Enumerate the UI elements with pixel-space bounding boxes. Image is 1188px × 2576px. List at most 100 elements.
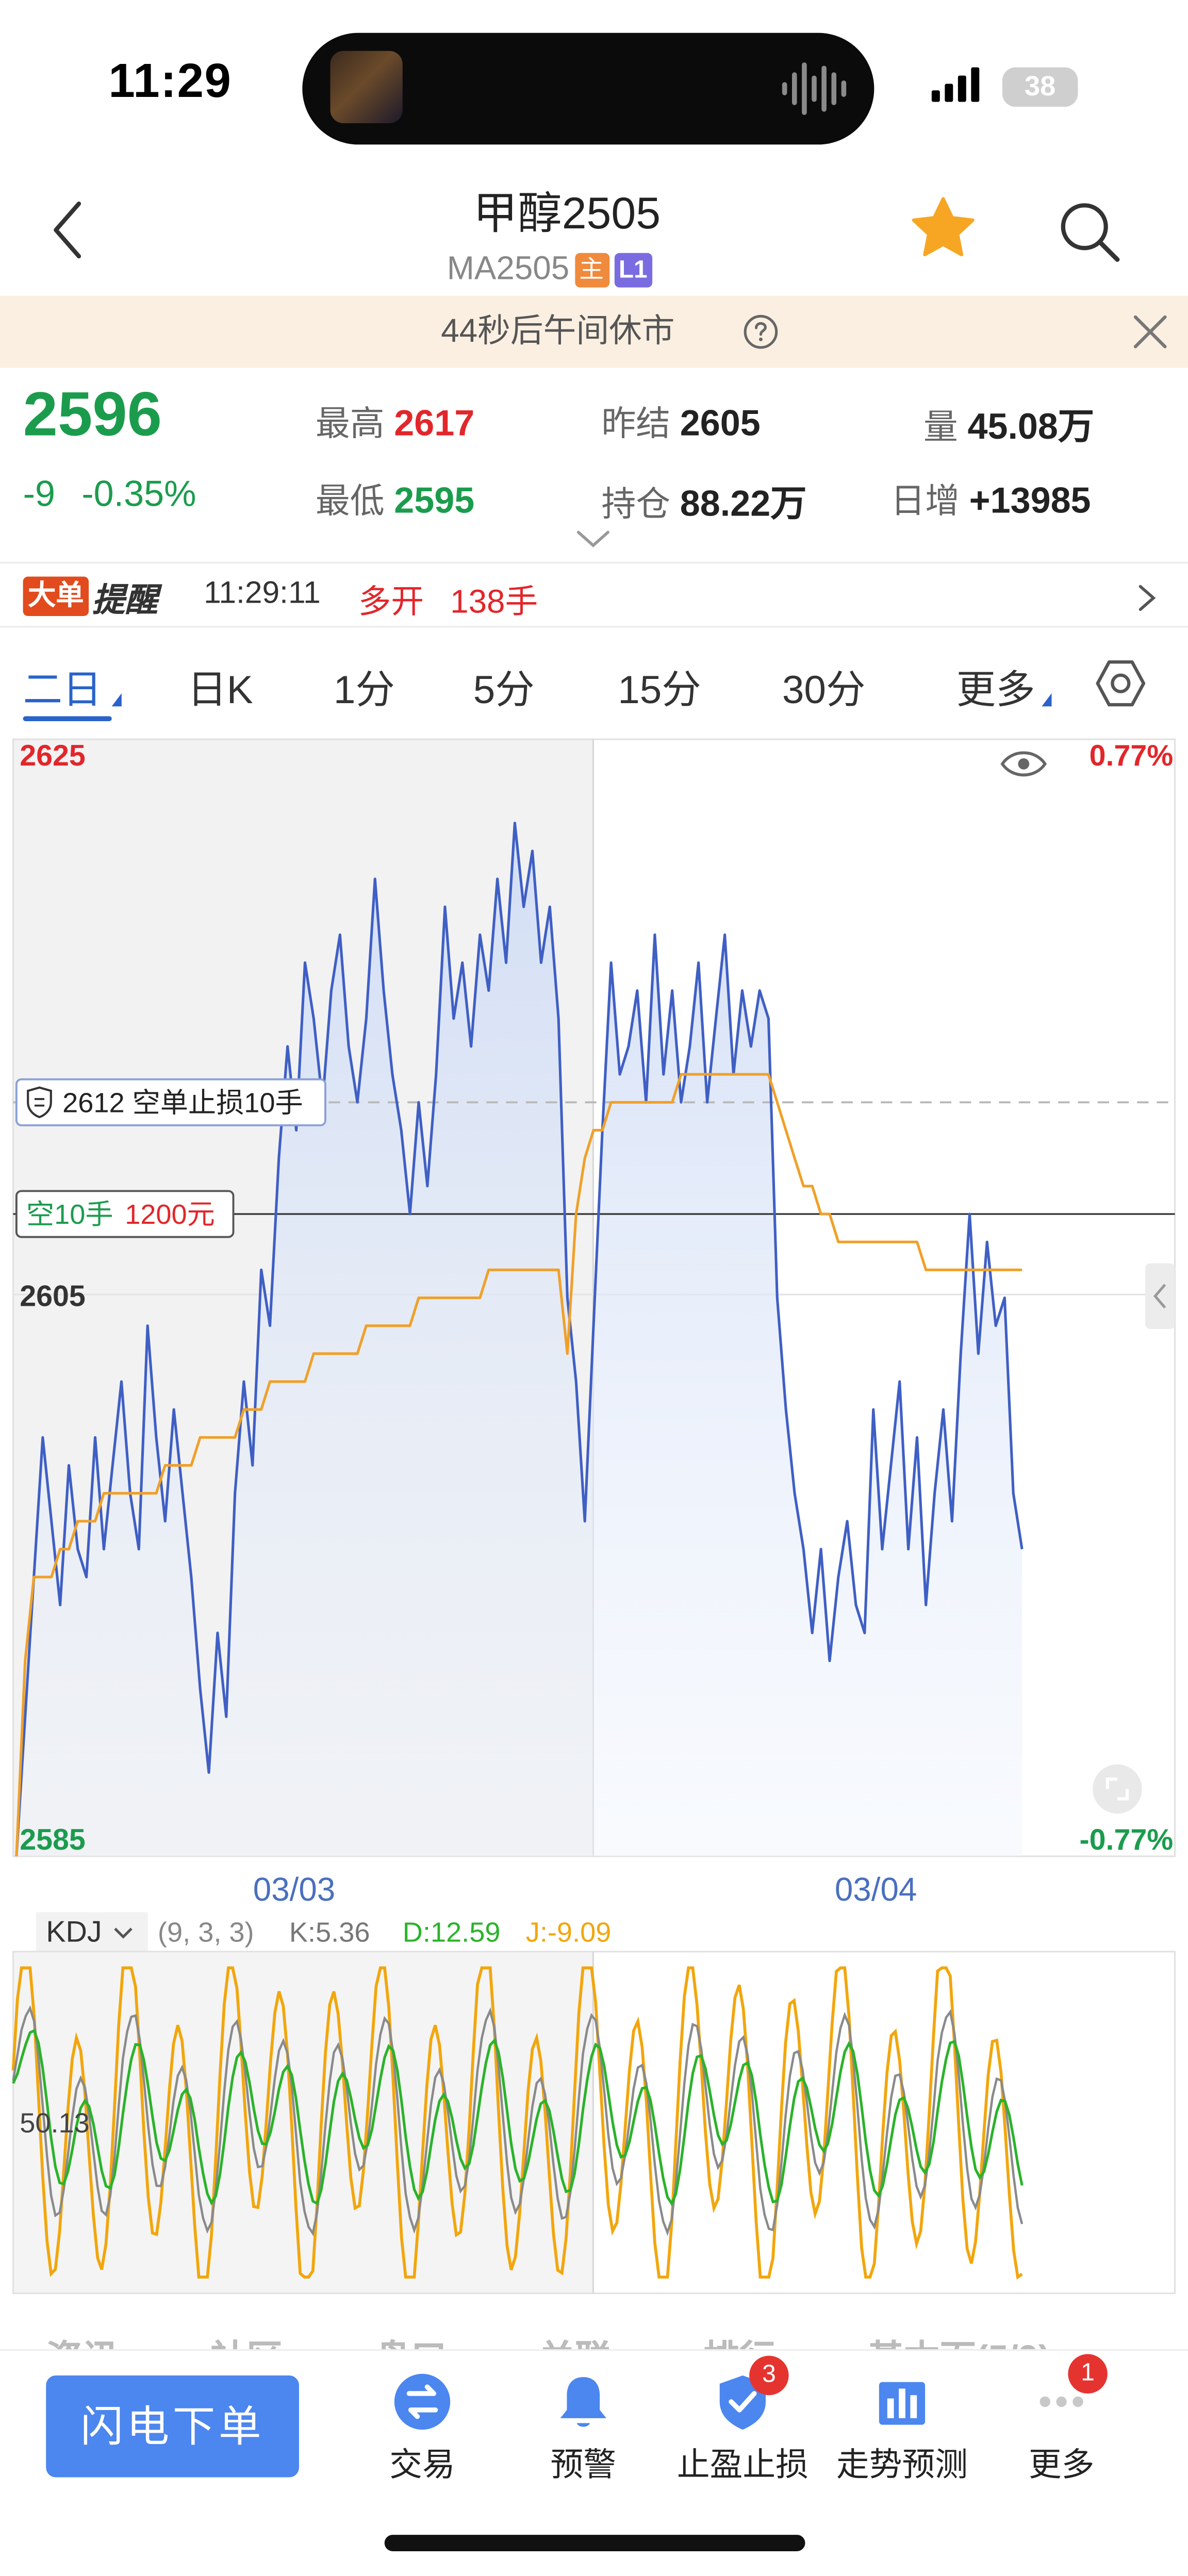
tab-30min[interactable]: 30分 xyxy=(782,657,866,715)
position-pnl: 1200元 xyxy=(125,1199,215,1230)
y-max-label: 2625 xyxy=(20,739,86,772)
daily-increase-label: 日增 xyxy=(890,483,960,521)
flash-order-button[interactable]: 闪电下单 xyxy=(46,2375,299,2478)
stop-count-badge: 3 xyxy=(749,2355,789,2396)
subtab-ranking[interactable]: 排行 xyxy=(703,2330,776,2349)
volume-value: 45.08万 xyxy=(967,406,1095,447)
info-subtabs: 资讯 社区 盘口 关联 排行 基本面(5/9) xyxy=(0,2310,1188,2349)
nav-stop-label: 止盈止损 xyxy=(676,2448,808,2484)
position-label: 空10手 xyxy=(26,1199,113,1230)
volume-label: 量 xyxy=(923,409,958,447)
divider xyxy=(0,561,1188,564)
trade-icon xyxy=(394,2373,451,2430)
y-mid-label: 2605 xyxy=(20,1279,86,1312)
high-value: 2617 xyxy=(394,402,475,444)
alert-quantity: 138手 xyxy=(450,585,538,621)
contract-code: MA2505 xyxy=(447,251,570,288)
y-min-label: 2585 xyxy=(20,1823,86,1856)
audio-wave-icon xyxy=(782,62,847,115)
stop-loss-label: 2612 空单止损10手 xyxy=(62,1087,303,1118)
tab-1min[interactable]: 1分 xyxy=(334,657,395,715)
now-playing-artwork xyxy=(330,51,403,124)
prev-settle-label: 昨结 xyxy=(601,406,671,444)
contract-subtitle: MA2505 主 L1 xyxy=(447,251,653,289)
nav-trade[interactable]: 交易 xyxy=(349,2369,497,2485)
stop-loss-tag[interactable]: 2612 空单止损10手 xyxy=(15,1078,326,1126)
kdj-indicator-chart[interactable]: 50.13 xyxy=(0,1906,1188,2300)
dropdown-triangle-icon xyxy=(111,693,122,707)
nav-more-label: 更多 xyxy=(1028,2448,1095,2484)
big-order-alert-badge: 大单 提醒 xyxy=(23,575,158,619)
help-circle-icon[interactable] xyxy=(742,314,779,350)
high-label: 最高 xyxy=(315,406,385,444)
kdj-mid-label: 50.13 xyxy=(20,2107,90,2138)
cellular-signal-icon xyxy=(931,67,980,102)
low-label: 最低 xyxy=(315,483,385,521)
change-percent: -0.35% xyxy=(81,473,196,514)
date-label-day1: 03/03 xyxy=(253,1872,336,1909)
nav-alert[interactable]: 预警 xyxy=(509,2369,657,2485)
page-title: 甲醇2505 xyxy=(473,189,661,239)
volume-stat: 量 45.08万 xyxy=(923,397,1094,450)
subtab-community[interactable]: 社区 xyxy=(210,2330,283,2349)
open-interest-label: 持仓 xyxy=(601,486,671,524)
open-interest-value: 88.22万 xyxy=(680,483,807,524)
chevron-right-icon[interactable] xyxy=(1137,583,1157,612)
subtab-news[interactable]: 资讯 xyxy=(46,2330,118,2349)
alert-time: 11:29:11 xyxy=(204,576,321,611)
intraday-price-chart[interactable]: 2612 空单止损10手 空10手 1200元 2625 2605 2585 0… xyxy=(0,733,1188,1863)
nav-trade-label: 交易 xyxy=(389,2448,455,2484)
fullscreen-icon[interactable] xyxy=(1093,1764,1142,1814)
subtab-related[interactable]: 关联 xyxy=(539,2330,611,2349)
back-arrow-icon[interactable] xyxy=(46,197,89,262)
side-panel-handle[interactable] xyxy=(1145,1263,1175,1329)
date-label-day2: 03/04 xyxy=(834,1872,917,1909)
settings-hexagon-icon[interactable] xyxy=(1094,657,1147,710)
level-tag: L1 xyxy=(614,253,653,288)
low-value: 2595 xyxy=(394,479,475,521)
main-contract-tag: 主 xyxy=(574,253,609,288)
chart-forecast-icon xyxy=(879,2382,926,2425)
change-value: -9 xyxy=(23,473,55,514)
alert-action: 多开 xyxy=(358,585,424,621)
subtab-fundamentals[interactable]: 基本面(5/9) xyxy=(868,2330,1051,2349)
pct-max-label: 0.77% xyxy=(1090,739,1174,772)
nav-trend-forecast[interactable]: 走势预测 xyxy=(828,2369,976,2485)
search-icon[interactable] xyxy=(1055,197,1124,266)
alert-badge-a: 大单 xyxy=(23,576,89,617)
open-interest-stat: 持仓 88.22万 xyxy=(601,475,806,527)
app-screen: 11:29 38 甲醇2505 MA2505 主 L1 44秒后午间休市 259… xyxy=(0,0,1188,2576)
divider xyxy=(0,626,1188,628)
home-indicator xyxy=(384,2535,805,2551)
dropdown-triangle-icon xyxy=(1042,693,1052,707)
tab-two-day[interactable]: 二日 xyxy=(23,657,102,715)
eye-icon[interactable] xyxy=(1000,751,1047,777)
daily-increase-value: +13985 xyxy=(969,479,1091,521)
battery-indicator: 38 xyxy=(1002,67,1078,107)
tab-5min[interactable]: 5分 xyxy=(473,657,535,715)
nav-stop-profit-loss[interactable]: 止盈止损 xyxy=(669,2369,817,2485)
subtab-orderbook[interactable]: 盘口 xyxy=(375,2330,447,2349)
status-time: 11:29 xyxy=(108,56,232,109)
tab-daily-k[interactable]: 日K xyxy=(187,657,253,715)
favorite-star-icon[interactable] xyxy=(909,194,978,263)
daily-increase-stat: 日增 +13985 xyxy=(890,475,1091,524)
high-stat: 最高 2617 xyxy=(316,397,474,447)
alert-badge-b: 提醒 xyxy=(92,582,158,619)
tab-more[interactable]: 更多 xyxy=(956,657,1035,715)
position-tag[interactable]: 空10手 1200元 xyxy=(15,1190,235,1238)
last-price: 2596 xyxy=(23,381,162,451)
nav-forecast-label: 走势预测 xyxy=(836,2448,968,2484)
tab-15min[interactable]: 15分 xyxy=(618,657,701,715)
expand-chevron-icon[interactable] xyxy=(575,529,611,549)
nav-alert-label: 预警 xyxy=(550,2448,617,2484)
bell-icon xyxy=(560,2377,606,2427)
prev-settle-value: 2605 xyxy=(680,402,761,444)
low-stat: 最低 2595 xyxy=(316,475,474,524)
active-tab-indicator xyxy=(23,716,112,721)
nav-more[interactable]: 更多 xyxy=(987,2369,1135,2485)
more-count-badge: 1 xyxy=(1068,2354,1108,2394)
pct-min-label: -0.77% xyxy=(1080,1823,1174,1856)
close-banner-icon[interactable] xyxy=(1130,312,1169,351)
banner-text: 44秒后午间休市 xyxy=(441,313,675,350)
